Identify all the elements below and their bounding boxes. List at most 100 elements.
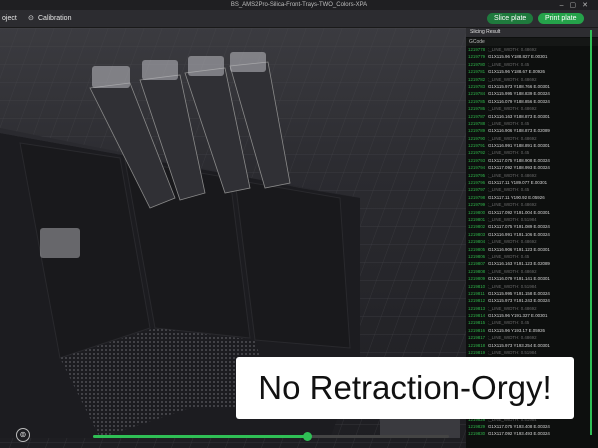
gcode-line-number: 1219782 [468,76,486,82]
gcode-row[interactable]: 1219789 G1X116.906 Y188.873 E.02089 [466,127,598,134]
gcode-line-number: 1219798 [468,194,486,200]
gcode-text: ;_LINE_WIDTH: 0.45 [488,320,530,326]
gcode-text: G1X117.092 Y193.493 E.00324 [488,431,550,437]
gcode-text: G1X117.075 Y188.908 E.00324 [488,157,550,163]
gcode-row[interactable]: 1219795 ;_LINE_WIDTH: 0.48692 [466,172,598,179]
gcode-row[interactable]: 1219819 ;_LINE_WIDTH: 0.51984 [466,349,598,356]
gcode-row[interactable]: 1219806 ;_LINE_WIDTH: 0.45 [466,253,598,260]
gcode-line-number: 1219813 [468,305,486,311]
gcode-row[interactable]: 1219809 G1X116.079 Y191.141 E.00301 [466,275,598,282]
gcode-row[interactable]: 1219811 G1X115.995 Y191.158 E.00324 [466,290,598,297]
gcode-text: G1X116.163 Y191.123 E.02089 [488,261,550,267]
gcode-row[interactable]: 1219794 G1X117.092 Y188.993 E.00324 [466,164,598,171]
gcode-text: ;_LINE_WIDTH: 0.51984 [488,283,537,289]
gcode-line-number: 1219788 [468,120,486,126]
gcode-row[interactable]: 1219798 G1X117.11 Y190.92 E.05926 [466,194,598,201]
gcode-line-number: 1219807 [468,261,486,267]
gcode-line-number: 1219815 [468,320,486,326]
window-controls[interactable]: –▢✕ [560,1,594,9]
gcode-text: G1X116.991 Y191.106 E.00324 [488,231,550,237]
gcode-line-number: 1219816 [468,327,486,333]
gcode-text: ;_LINE_WIDTH: 0.45 [488,61,530,67]
move-slider[interactable] [93,432,449,441]
gcode-row[interactable]: 1219818 G1X115.973 Y193.254 E.00301 [466,342,598,349]
move-slider-knob[interactable] [302,432,312,441]
gcode-line-number: 1219787 [468,113,486,119]
gcode-row[interactable]: 1219815 ;_LINE_WIDTH: 0.45 [466,319,598,326]
gcode-text: G1X116.163 Y188.873 E.00301 [488,113,550,119]
gcode-line-number: 1219802 [468,224,486,230]
gcode-row[interactable]: 1219787 G1X116.163 Y188.873 E.00301 [466,113,598,120]
gcode-row[interactable]: 1219793 G1X117.075 Y188.908 E.00324 [466,157,598,164]
gcode-row[interactable]: 1219792 ;_LINE_WIDTH: 0.45 [466,149,598,156]
gcode-text: ;_LINE_WIDTH: 0.48692 [488,305,537,311]
window-title: BS_AMS2Pro-Silica-Front-Trays-TWO_Colors… [230,2,368,8]
gcode-row[interactable]: 1219782 ;_LINE_WIDTH: 0.48692 [466,76,598,83]
gcode-row[interactable]: 1219813 ;_LINE_WIDTH: 0.48692 [466,305,598,312]
gcode-line-number: 1219801 [468,216,486,222]
gcode-row[interactable]: 1219817 ;_LINE_WIDTH: 0.48692 [466,334,598,341]
gcode-row[interactable]: 1219783 G1X115.973 Y188.766 E.00301 [466,83,598,90]
gcode-row[interactable]: 1219788 ;_LINE_WIDTH: 0.45 [466,120,598,127]
gcode-line-number: 1219814 [468,313,486,319]
gcode-text: G1X115.96 Y188.827 E.00301 [488,54,548,60]
gcode-text: ;_LINE_WIDTH: 0.48692 [488,239,537,245]
slice-plate-button[interactable]: Slice plate [487,13,534,24]
view-cube-icon[interactable]: ⊚ [16,428,30,442]
gcode-row[interactable]: 1219781 G1X115.96 Y188.67 E.00926 [466,68,598,75]
gcode-row[interactable]: 1219785 G1X116.079 Y188.856 E.00324 [466,98,598,105]
gcode-line-number: 1219793 [468,157,486,163]
gcode-row[interactable]: 1219810 ;_LINE_WIDTH: 0.51984 [466,283,598,290]
gcode-row[interactable]: 1219801 ;_LINE_WIDTH: 0.51984 [466,216,598,223]
gcode-text: G1X116.991 Y188.891 E.00301 [488,143,550,149]
gcode-text: G1X117.075 Y193.408 E.00324 [488,423,550,429]
gcode-line-number: 1219819 [468,350,486,356]
gcode-line-number: 1219808 [468,268,486,274]
gcode-row[interactable]: 1219804 ;_LINE_WIDTH: 0.48692 [466,238,598,245]
gcode-text: G1X116.906 Y188.873 E.02089 [488,128,550,134]
gcode-line-number: 1219794 [468,165,486,171]
gcode-row[interactable]: 1219796 G1X117.11 Y189.077 E.00301 [466,179,598,186]
gcode-text: ;_LINE_WIDTH: 0.48692 [488,172,537,178]
gcode-row[interactable]: 1219816 G1X115.96 Y193.17 E.05926 [466,327,598,334]
gcode-text: ;_LINE_WIDTH: 0.45 [488,120,530,126]
gcode-row[interactable]: 1219800 G1X117.092 Y191.004 E.00301 [466,209,598,216]
print-plate-button[interactable]: Print plate [538,13,584,24]
gcode-text: ;_LINE_WIDTH: 0.48692 [488,335,537,341]
gcode-row[interactable]: 1219830 G1X117.092 Y193.493 E.00324 [466,430,598,437]
calibration-icon[interactable]: ⊙ [28,10,34,27]
gcode-row[interactable]: 1219829 G1X117.075 Y193.408 E.00324 [466,423,598,430]
gcode-line-number: 1219790 [468,135,486,141]
gcode-row[interactable]: 1219797 ;_LINE_WIDTH: 0.45 [466,186,598,193]
gcode-row[interactable]: 1219807 G1X116.163 Y191.123 E.02089 [466,260,598,267]
gcode-line-number: 1219806 [468,253,486,259]
gcode-row[interactable]: 1219790 ;_LINE_WIDTH: 0.48692 [466,135,598,142]
gcode-line-number: 1219797 [468,187,486,193]
gcode-row[interactable]: 1219812 G1X115.973 Y191.243 E.00324 [466,297,598,304]
gcode-row[interactable]: 1219786 ;_LINE_WIDTH: 0.48692 [466,105,598,112]
gcode-row[interactable]: 1219803 G1X116.991 Y191.106 E.00324 [466,231,598,238]
gcode-text: G1X115.973 Y191.243 E.00324 [488,298,550,304]
gcode-row[interactable]: 1219799 ;_LINE_WIDTH: 0.48692 [466,201,598,208]
project-tab[interactable]: oject [2,10,17,27]
gcode-row[interactable]: 1219802 G1X117.075 Y191.089 E.00324 [466,223,598,230]
layer-slider[interactable] [590,30,592,435]
gcode-text: ;_LINE_WIDTH: 0.45 [488,187,530,193]
gcode-row[interactable]: 1219805 G1X116.906 Y191.123 E.00301 [466,246,598,253]
gcode-row[interactable]: 1219808 ;_LINE_WIDTH: 0.48692 [466,268,598,275]
caption-overlay: No Retraction-Orgy! [236,357,574,419]
gcode-text: ;_LINE_WIDTH: 0.48692 [488,135,537,141]
gcode-text: G1X117.092 Y188.993 E.00324 [488,165,550,171]
gcode-row[interactable]: 1219779 G1X115.96 Y188.827 E.00301 [466,53,598,60]
gcode-text: ;_LINE_WIDTH: 0.48692 [488,106,537,112]
gcode-row[interactable]: 1219814 G1X115.96 Y191.327 E.00301 [466,312,598,319]
gcode-text: G1X117.11 Y190.92 E.05926 [488,194,545,200]
gcode-row[interactable]: 1219784 G1X115.995 Y188.839 E.00324 [466,90,598,97]
gcode-row[interactable]: 1219778 ;_LINE_WIDTH: 0.48692 [466,46,598,53]
gcode-line-number: 1219786 [468,106,486,112]
gcode-row[interactable]: 1219780 ;_LINE_WIDTH: 0.45 [466,61,598,68]
window-titlebar: BS_AMS2Pro-Silica-Front-Trays-TWO_Colors… [0,0,598,10]
calibration-tab[interactable]: Calibration [38,10,71,27]
gcode-row[interactable]: 1219791 G1X116.991 Y188.891 E.00301 [466,142,598,149]
gcode-text: ;_LINE_WIDTH: 0.45 [488,150,530,156]
